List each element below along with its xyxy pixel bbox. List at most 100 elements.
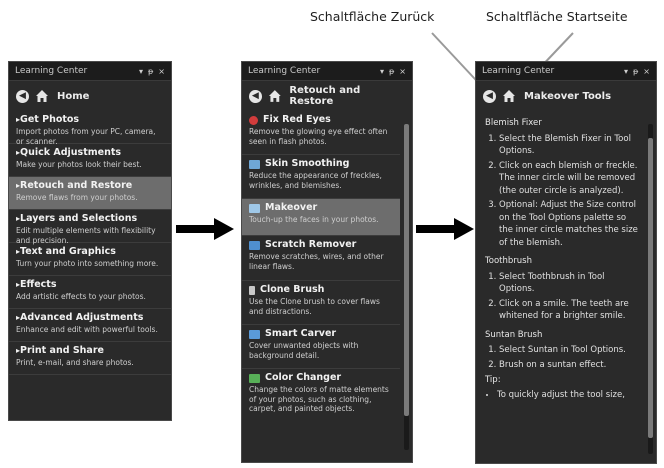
topic-desc: Remove flaws from your photos.	[16, 193, 138, 202]
topic-desc: Make your photos look their best.	[16, 160, 142, 169]
topic-item-text-and-graphics[interactable]: Text and GraphicsTurn your photo into so…	[9, 243, 171, 276]
help-content: Blemish Fixer Select the Blemish Fixer i…	[476, 111, 656, 401]
tool-item-fix-red-eyes[interactable]: Fix Red Eyes Remove the glowing eye effec…	[242, 111, 400, 155]
tool-list: Fix Red Eyes Remove the glowing eye effec…	[242, 111, 412, 431]
step-item: Select the Blemish Fixer in Tool Options…	[499, 133, 642, 158]
dock-icon[interactable]: ᵽ	[389, 67, 394, 76]
scrollbar[interactable]	[404, 124, 409, 450]
flow-arrow-right-icon	[176, 218, 234, 240]
topic-title: Retouch and Restore	[16, 180, 165, 192]
close-icon[interactable]: ×	[158, 67, 165, 76]
panel-titlebar: Learning Center ▾ ᵽ ×	[9, 62, 171, 81]
topic-item-effects[interactable]: EffectsAdd artistic effects to your phot…	[9, 276, 171, 309]
red-eye-icon	[249, 115, 258, 125]
section-heading-blemish-fixer: Blemish Fixer	[485, 118, 542, 128]
tool-title: Fix Red Eyes	[263, 114, 331, 125]
back-button[interactable]: ◀	[483, 89, 496, 103]
tool-desc: Change the colors of matte elements of y…	[249, 385, 389, 413]
scrollbar-thumb[interactable]	[648, 138, 653, 438]
topic-item-advanced-adjustments[interactable]: Advanced AdjustmentsEnhance and edit wit…	[9, 309, 171, 342]
learning-center-panel-retouch: Learning Center ▾ ᵽ × ◀ Retouch and Rest…	[241, 61, 413, 463]
pin-dropdown-icon[interactable]: ▾	[139, 67, 143, 76]
panel-titlebar: Learning Center ▾ ᵽ ×	[242, 62, 412, 81]
tool-title: Skin Smoothing	[265, 158, 350, 169]
tip-item: To quickly adjust the tool size,	[497, 389, 642, 402]
tool-desc: Remove scratches, wires, and other linea…	[249, 252, 384, 271]
panel-titlebar: Learning Center ▾ ᵽ ×	[476, 62, 656, 81]
color-changer-icon	[249, 373, 260, 383]
topic-item-print-and-share[interactable]: Print and SharePrint, e-mail, and share …	[9, 342, 171, 375]
back-button-callout-label: Schaltfläche Zurück	[310, 9, 435, 24]
pin-dropdown-icon[interactable]: ▾	[624, 67, 628, 76]
nav-title: Retouch and Restore	[289, 85, 361, 107]
topic-desc: Print, e-mail, and share photos.	[16, 358, 134, 367]
topic-list: Get PhotosImport photos from your PC, ca…	[9, 111, 171, 375]
dock-icon[interactable]: ᵽ	[148, 67, 153, 76]
topic-item-get-photos[interactable]: Get PhotosImport photos from your PC, ca…	[9, 111, 171, 146]
dock-icon[interactable]: ᵽ	[633, 67, 638, 76]
panel-title: Learning Center	[248, 66, 321, 76]
tool-item-clone-brush[interactable]: Clone Brush Use the Clone brush to cover …	[242, 281, 400, 325]
close-icon[interactable]: ×	[399, 67, 406, 76]
topic-title: Effects	[16, 279, 165, 291]
tool-item-smart-carver[interactable]: Smart Carver Cover unwanted objects with …	[242, 325, 400, 369]
tool-item-skin-smoothing[interactable]: Skin Smoothing Reduce the appearance of f…	[242, 155, 400, 199]
step-item: Click on a smile. The teeth are whitened…	[499, 298, 642, 323]
topic-title: Get Photos	[16, 114, 165, 126]
scrollbar[interactable]	[648, 124, 653, 454]
panel-title: Learning Center	[15, 66, 88, 76]
topic-desc: Turn your photo into something more.	[16, 259, 159, 268]
topic-title: Advanced Adjustments	[16, 312, 165, 324]
tool-desc: Remove the glowing eye effect often seen…	[249, 127, 388, 146]
tool-desc: Touch-up the faces in your photos.	[249, 215, 379, 224]
topic-desc: Enhance and edit with powerful tools.	[16, 325, 158, 334]
nav-title: Makeover Tools	[524, 90, 612, 102]
step-item: Click on each blemish or freckle. The in…	[499, 160, 642, 198]
learning-center-panel-makeover: Learning Center ▾ ᵽ × ◀ Makeover Tools B…	[475, 61, 657, 464]
tool-item-makeover[interactable]: Makeover Touch-up the faces in your photo…	[242, 199, 400, 236]
skin-smoothing-icon	[249, 159, 260, 169]
home-icon[interactable]	[35, 89, 49, 103]
step-item: Optional: Adjust the Size control on the…	[499, 199, 642, 249]
step-item: Brush on a suntan effect.	[499, 359, 642, 372]
topic-desc: Add artistic effects to your photos.	[16, 292, 146, 301]
steps-list-blemish-fixer: Select the Blemish Fixer in Tool Options…	[485, 133, 642, 250]
tool-item-color-changer[interactable]: Color Changer Change the colors of matte …	[242, 369, 400, 431]
topic-title: Layers and Selections	[16, 213, 165, 225]
topic-title: Quick Adjustments	[16, 147, 165, 159]
close-icon[interactable]: ×	[643, 67, 650, 76]
nav-row: ◀ Retouch and Restore	[242, 81, 412, 111]
home-icon[interactable]	[268, 89, 282, 103]
nav-title: Home	[57, 90, 90, 102]
tool-desc: Use the Clone brush to cover flaws and d…	[249, 297, 380, 316]
scratch-remover-icon	[249, 240, 260, 250]
back-button[interactable]: ◀	[16, 89, 29, 103]
tool-title: Scratch Remover	[265, 239, 357, 250]
tool-title: Smart Carver	[265, 328, 337, 339]
topic-item-retouch-and-restore[interactable]: Retouch and RestoreRemove flaws from you…	[9, 177, 171, 210]
section-heading-toothbrush: Toothbrush	[485, 256, 532, 266]
clone-brush-icon	[249, 285, 255, 295]
topic-item-layers-and-selections[interactable]: Layers and SelectionsEdit multiple eleme…	[9, 210, 171, 245]
back-button[interactable]: ◀	[249, 89, 262, 103]
home-icon[interactable]	[502, 89, 516, 103]
learning-center-panel-home: Learning Center ▾ ᵽ × ◀ Home Get PhotosI…	[8, 61, 172, 421]
tip-label: Tip:	[485, 375, 501, 385]
topic-title: Print and Share	[16, 345, 165, 357]
tool-item-scratch-remover[interactable]: Scratch Remover Remove scratches, wires, …	[242, 236, 400, 281]
nav-row: ◀ Home	[9, 81, 171, 111]
tips-list: To quickly adjust the tool size,	[485, 389, 642, 402]
section-heading-suntan-brush: Suntan Brush	[485, 329, 543, 340]
flow-arrow-right-icon	[416, 218, 474, 240]
scrollbar-thumb[interactable]	[404, 124, 409, 416]
tool-title: Makeover	[265, 202, 318, 213]
tool-desc: Cover unwanted objects with background d…	[249, 341, 359, 360]
pin-dropdown-icon[interactable]: ▾	[380, 67, 384, 76]
home-button-callout-label: Schaltfläche Startseite	[486, 9, 628, 24]
step-item: Select Suntan in Tool Options.	[499, 344, 642, 357]
tool-title: Clone Brush	[260, 284, 325, 295]
topic-title: Text and Graphics	[16, 246, 165, 258]
step-item: Select Toothbrush in Tool Options.	[499, 271, 642, 296]
topic-item-quick-adjustments[interactable]: Quick AdjustmentsMake your photos look t…	[9, 144, 171, 177]
tool-title: Color Changer	[265, 372, 342, 383]
